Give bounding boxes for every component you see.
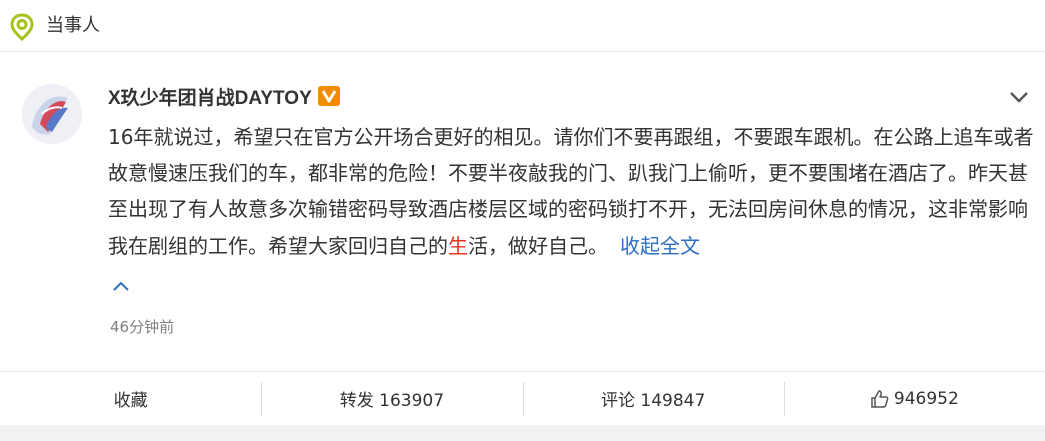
thumbs-up-icon <box>871 389 889 408</box>
post-text-end: 活，做好自己。 <box>468 233 608 258</box>
comment-button[interactable]: 评论 149847 <box>522 372 784 425</box>
verified-badge-icon <box>317 86 340 106</box>
favorite-button[interactable]: 收藏 <box>0 372 261 425</box>
collapse-text-link[interactable]: 收起全文 <box>620 234 700 258</box>
comment-label: 评论 149847 <box>600 391 706 411</box>
bottom-divider <box>0 425 1045 441</box>
favorite-label: 收藏 <box>113 391 148 411</box>
post-body: 16年就说过，希望只在官方公开场合更好的相见。请你们不要再跟组，不要跟车跟机。在… <box>108 119 1038 264</box>
location-pin-icon <box>10 13 34 41</box>
like-button[interactable]: 946952 <box>783 372 1045 425</box>
repost-button[interactable]: 转发 163907 <box>261 372 522 425</box>
action-bar: 收藏 转发 163907 评论 149847 946952 <box>0 371 1045 425</box>
author-row: X玖少年团肖战DAYTOY <box>108 80 340 112</box>
chevron-up-icon[interactable] <box>112 279 130 293</box>
post-timestamp[interactable]: 46分钟前 <box>110 316 174 337</box>
topic-title: 当事人 <box>46 15 100 36</box>
weibo-post-card: 当事人 X玖少年团肖战DAYTOY 16年就说过，希望只在官方公开场合更好的相见… <box>0 0 1045 441</box>
topic-header: 当事人 <box>0 0 1045 52</box>
avatar-image <box>22 84 82 144</box>
chevron-down-icon[interactable] <box>1008 88 1030 106</box>
like-count: 946952 <box>893 388 959 409</box>
repost-label: 转发 163907 <box>339 391 445 411</box>
post-text-highlight: 生 <box>448 233 468 258</box>
author-name[interactable]: X玖少年团肖战DAYTOY <box>108 83 312 110</box>
avatar[interactable] <box>22 84 82 144</box>
